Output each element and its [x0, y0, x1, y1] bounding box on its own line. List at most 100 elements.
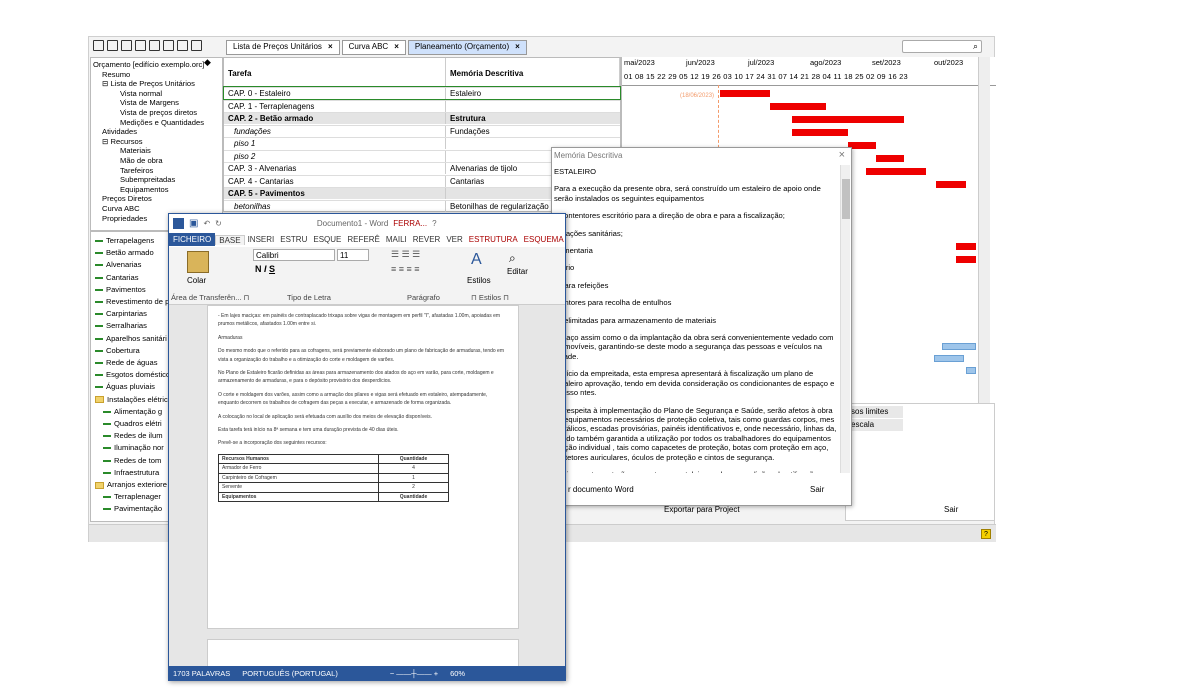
new-file-icon[interactable]	[93, 40, 104, 51]
tree-item[interactable]: Curva ABC	[102, 204, 140, 214]
clock-icon[interactable]	[191, 40, 202, 51]
styles-button[interactable]: Estilos	[467, 276, 491, 285]
ribbon-tab[interactable]: INSERI	[245, 235, 278, 244]
save-icon[interactable]: ▣	[189, 218, 198, 229]
tree-item[interactable]: Vista normal	[120, 89, 162, 99]
language-status[interactable]: PORTUGUÊS (PORTUGAL)	[242, 669, 338, 678]
memo-cell[interactable]	[446, 138, 454, 149]
task-list-item[interactable]: Rede de águas	[95, 358, 158, 368]
column-header-memo[interactable]: Memória Descritiva	[446, 58, 620, 86]
gantt-bar[interactable]	[876, 155, 904, 162]
table-row[interactable]: fundações Fundações	[224, 124, 620, 137]
memo-cell[interactable]	[446, 101, 454, 112]
tree-item[interactable]: Materiais	[120, 146, 151, 156]
gantt-bar[interactable]	[936, 181, 966, 188]
memo-cell[interactable]: Estrutura	[446, 113, 490, 124]
task-cell[interactable]: CAP. 4 - Cantarias	[224, 175, 446, 187]
align-icon[interactable]: ≡ ≡ ≡ ≡	[391, 264, 420, 274]
scroll-thumb[interactable]	[842, 179, 850, 219]
close-icon[interactable]: ×	[515, 42, 520, 51]
gantt-bar[interactable]	[956, 256, 976, 263]
memo-cell[interactable]: Alvenarias de tijolo	[446, 163, 521, 174]
tree-item[interactable]: Atividades	[102, 127, 137, 137]
tree-item[interactable]: Subempreitadas	[120, 175, 175, 185]
close-icon[interactable]: ×	[839, 149, 845, 161]
task-cell[interactable]: CAP. 2 - Betão armado	[224, 113, 446, 124]
gantt-bar[interactable]	[848, 142, 876, 149]
close-icon[interactable]: ×	[328, 42, 333, 51]
tree-item[interactable]: Medições e Quantidades	[120, 118, 204, 128]
exit-button[interactable]: Sair	[944, 505, 958, 514]
task-list-item[interactable]: Cobertura	[95, 346, 140, 356]
task-cell[interactable]: betonilhas	[224, 200, 446, 212]
task-list-item[interactable]: Redes de tom	[103, 456, 161, 466]
gantt-bar[interactable]	[792, 129, 848, 136]
task-list-item[interactable]: Instalações elétric	[95, 395, 168, 405]
tree-item[interactable]: Orçamento [edifício exemplo.orc]	[93, 60, 204, 70]
task-list-item[interactable]: Alvenarias	[95, 260, 141, 270]
zoom-level[interactable]: 60%	[450, 669, 465, 678]
word-count[interactable]: 1703 PALAVRAS	[173, 669, 230, 678]
gantt-bar-resource[interactable]	[942, 343, 976, 350]
gantt-bar[interactable]	[720, 90, 770, 97]
bold-button[interactable]: N I S	[255, 264, 275, 274]
word-document-area[interactable]: - Em lajes maciças: em painéis de contra…	[169, 305, 565, 666]
word-document-button[interactable]: r documento Word	[568, 485, 634, 494]
paste-icon[interactable]	[187, 251, 209, 273]
task-list-item[interactable]: Revestimento de p	[95, 297, 169, 307]
paste-button[interactable]: Colar	[187, 276, 206, 285]
task-cell[interactable]: CAP. 0 - Estaleiro	[224, 88, 446, 99]
task-cell[interactable]: piso 1	[224, 138, 446, 149]
ribbon-tab[interactable]: ESQUE	[310, 235, 344, 244]
tab-planning[interactable]: Planeamento (Orçamento) ×	[407, 40, 527, 55]
tree-item[interactable]: Propriedades	[102, 214, 147, 224]
ribbon-tab[interactable]: ESQUEMA	[521, 235, 567, 244]
memo-cell[interactable]	[446, 151, 454, 162]
table-row[interactable]: CAP. 2 - Betão armado Estrutura	[224, 112, 620, 124]
tree-item[interactable]: Equipamentos	[120, 185, 169, 195]
tree-item[interactable]: Vista de preços diretos	[120, 108, 197, 118]
task-list-item[interactable]: Pavimentação	[103, 504, 162, 514]
export-project-button[interactable]: Exportar para Project	[664, 505, 740, 514]
tree-item[interactable]: Mão de obra	[120, 156, 163, 166]
help-icon[interactable]: ?	[432, 219, 436, 228]
task-list-item[interactable]: Redes de ilum	[103, 431, 163, 441]
redo-icon[interactable]	[163, 40, 174, 51]
table-row[interactable]: CAP. 1 - Terraplenagens	[224, 99, 620, 112]
gantt-scrollbar[interactable]	[978, 57, 990, 407]
memo-text-area[interactable]: ESTALEIRO Para a execução da presente ob…	[552, 165, 840, 473]
ribbon-tab[interactable]: BASE	[215, 234, 245, 245]
ribbon-tab[interactable]: FICHEIRO	[169, 233, 216, 246]
task-list-item[interactable]: Aparelhos sanitári	[95, 334, 167, 344]
edit-button[interactable]: Editar	[507, 267, 528, 276]
open-file-icon[interactable]	[107, 40, 118, 51]
memo-cell[interactable]: Cantarias	[446, 176, 488, 187]
memo-cell[interactable]: Betonilhas de regularização	[446, 201, 553, 212]
ribbon-tab[interactable]: ESTRUTURA	[466, 235, 521, 244]
help-icon[interactable]: ?	[981, 529, 991, 539]
tree-item[interactable]: Tarefeiros	[120, 166, 153, 176]
ribbon-tab[interactable]: VER	[443, 235, 465, 244]
task-list-item[interactable]: Esgotos doméstico	[95, 370, 170, 380]
tree-item[interactable]: Resumo	[102, 70, 130, 80]
memo-cell[interactable]: Estaleiro	[446, 88, 485, 99]
document-page[interactable]: - Em lajes maciças: em painéis de contra…	[207, 305, 519, 629]
undo-icon[interactable]	[149, 40, 160, 51]
task-list-item[interactable]: Arranjos exteriore	[95, 480, 167, 490]
tree-item[interactable]: Preços Diretos	[102, 194, 152, 204]
task-cell[interactable]: piso 2	[224, 150, 446, 162]
task-cell[interactable]: CAP. 1 - Terraplenagens	[224, 100, 446, 112]
ribbon-tab[interactable]: REFERÊ	[344, 235, 382, 244]
memo-cell[interactable]: Fundações	[446, 126, 494, 137]
undo-icon[interactable]: ↶	[203, 219, 210, 228]
task-list-item[interactable]: Carpintarias	[95, 309, 147, 319]
redo-icon[interactable]: ↻	[215, 219, 222, 228]
ribbon-tab[interactable]: MAILI	[383, 235, 410, 244]
gantt-bar-resource[interactable]	[934, 355, 964, 362]
task-list-item[interactable]: Terraplenager	[103, 492, 161, 502]
tree-item[interactable]: Vista de Margens	[120, 98, 179, 108]
tree-item[interactable]: ⊟ Recursos	[102, 137, 143, 147]
task-list-item[interactable]: Iluminação nor	[103, 443, 164, 453]
task-list-item[interactable]: Águas pluviais	[95, 382, 155, 392]
ribbon-tab[interactable]: ESTRU	[277, 235, 310, 244]
